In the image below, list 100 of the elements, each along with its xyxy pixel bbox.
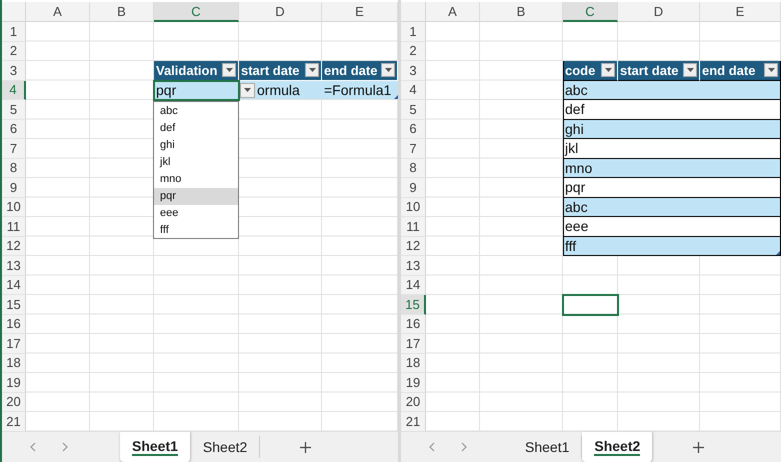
row-header[interactable]: 13	[2, 256, 26, 276]
table-cell[interactable]: abc	[563, 198, 618, 217]
table-cell[interactable]	[700, 178, 781, 198]
row-header[interactable]: 4	[2, 80, 26, 100]
row-header[interactable]: 3	[401, 61, 426, 80]
table-cell[interactable]: jkl	[563, 139, 618, 158]
row-header[interactable]: 20	[2, 392, 26, 412]
table-cell[interactable]: pqr	[563, 178, 618, 198]
column-header[interactable]: E	[700, 2, 781, 22]
column-heading: start date	[620, 62, 679, 78]
column-header[interactable]: C	[154, 2, 239, 22]
row-header[interactable]: 16	[2, 314, 26, 334]
row-header[interactable]: 9	[2, 178, 26, 198]
sheet-tab[interactable]: Sheet2	[582, 432, 654, 462]
dropdown-item[interactable]: abc	[154, 103, 238, 120]
row-header[interactable]: 7	[2, 139, 26, 158]
row-header[interactable]: 17	[401, 334, 426, 354]
row-header[interactable]: 16	[401, 314, 426, 334]
table-cell[interactable]	[700, 236, 781, 256]
row-header[interactable]: 14	[2, 276, 26, 295]
add-sheet-button[interactable]	[298, 440, 314, 454]
row-header[interactable]: 1	[2, 22, 26, 42]
column-header[interactable]: A	[26, 2, 90, 22]
column-header[interactable]: E	[322, 2, 398, 22]
table-cell[interactable]: abc	[563, 80, 618, 100]
row-header[interactable]: 9	[401, 178, 426, 198]
row-header[interactable]: 20	[401, 392, 426, 412]
row-header[interactable]: 17	[2, 334, 26, 354]
table-cell[interactable]	[700, 158, 781, 178]
caret-icon	[308, 68, 316, 72]
filter-button[interactable]	[305, 63, 319, 78]
dropdown-item[interactable]: eee	[154, 205, 238, 222]
row-header[interactable]: 19	[2, 373, 26, 392]
selected-cell[interactable]	[563, 295, 618, 314]
table-cell[interactable]	[700, 100, 781, 120]
row-header[interactable]: 3	[2, 61, 26, 80]
caret-icon	[226, 68, 232, 72]
row-header[interactable]: 13	[401, 256, 426, 276]
row-header[interactable]: 15	[401, 295, 426, 314]
dropdown-item[interactable]: def	[154, 120, 238, 137]
row-header[interactable]: 8	[401, 158, 426, 178]
dropdown-item[interactable]: ghi	[154, 137, 238, 154]
dropdown-button[interactable]	[240, 82, 255, 98]
caret-icon	[686, 68, 694, 72]
row-header[interactable]: 4	[401, 80, 426, 100]
row-header[interactable]: 11	[2, 217, 26, 236]
dropdown-item[interactable]: jkl	[154, 154, 238, 171]
sheet-tab[interactable]: Sheet2	[190, 436, 260, 458]
table-cell[interactable]	[700, 139, 781, 158]
filter-button[interactable]	[381, 63, 395, 78]
row-header[interactable]: 10	[2, 198, 26, 217]
table-cell[interactable]: mno	[563, 158, 618, 178]
table-cell[interactable]: ghi	[563, 120, 618, 139]
row-header[interactable]: 2	[2, 42, 26, 61]
row-header[interactable]: 18	[401, 354, 426, 373]
row-header[interactable]: 10	[401, 198, 426, 217]
dropdown-item[interactable]: fff	[154, 222, 238, 239]
row-header[interactable]: 12	[401, 236, 426, 256]
table-cell[interactable]: =Formula1	[322, 80, 398, 100]
table-cell[interactable]	[700, 198, 781, 217]
table-cell[interactable]	[700, 80, 781, 100]
row-header[interactable]: 12	[2, 236, 26, 256]
row-header[interactable]: 15	[2, 295, 26, 314]
dropdown-item[interactable]: pqr	[154, 188, 238, 205]
table-cell[interactable]: pqr	[154, 80, 239, 100]
sheet-tab[interactable]: Sheet1	[120, 432, 191, 462]
caret-icon	[768, 68, 774, 72]
row-header[interactable]: 6	[2, 120, 26, 139]
row-header[interactable]: 7	[401, 139, 426, 158]
column-header[interactable]: B	[90, 2, 154, 22]
table-cell[interactable]: def	[563, 100, 618, 120]
row-header[interactable]: 8	[2, 158, 26, 178]
row-header[interactable]: 5	[401, 100, 426, 120]
table-cell[interactable]	[700, 120, 781, 139]
column-header[interactable]: D	[618, 2, 700, 22]
row-header[interactable]: 21	[2, 412, 26, 431]
filter-button[interactable]	[764, 63, 778, 78]
dropdown-item[interactable]: mno	[154, 171, 238, 188]
column-header[interactable]: C	[563, 2, 618, 22]
row-header[interactable]: 11	[401, 217, 426, 236]
column-header[interactable]: B	[480, 2, 563, 22]
filter-button[interactable]	[222, 63, 236, 78]
column-heading: start date	[241, 62, 300, 78]
row-header[interactable]: 2	[401, 42, 426, 61]
row-header[interactable]: 21	[401, 412, 426, 431]
caret-icon	[604, 68, 612, 72]
table-cell[interactable]	[700, 217, 781, 236]
table-cell[interactable]: fff	[563, 236, 618, 256]
row-header[interactable]: 5	[2, 100, 26, 120]
column-header[interactable]: D	[239, 2, 322, 22]
row-header[interactable]: 14	[401, 276, 426, 295]
table-cell[interactable]: eee	[563, 217, 618, 236]
filter-button[interactable]	[683, 63, 697, 78]
row-header[interactable]: 19	[401, 373, 426, 392]
row-header[interactable]: 18	[2, 354, 26, 373]
add-sheet-button[interactable]	[691, 440, 706, 454]
row-header[interactable]: 6	[401, 120, 426, 139]
row-header[interactable]: 1	[401, 22, 426, 42]
column-header[interactable]: A	[426, 2, 480, 22]
filter-button[interactable]	[601, 63, 615, 78]
